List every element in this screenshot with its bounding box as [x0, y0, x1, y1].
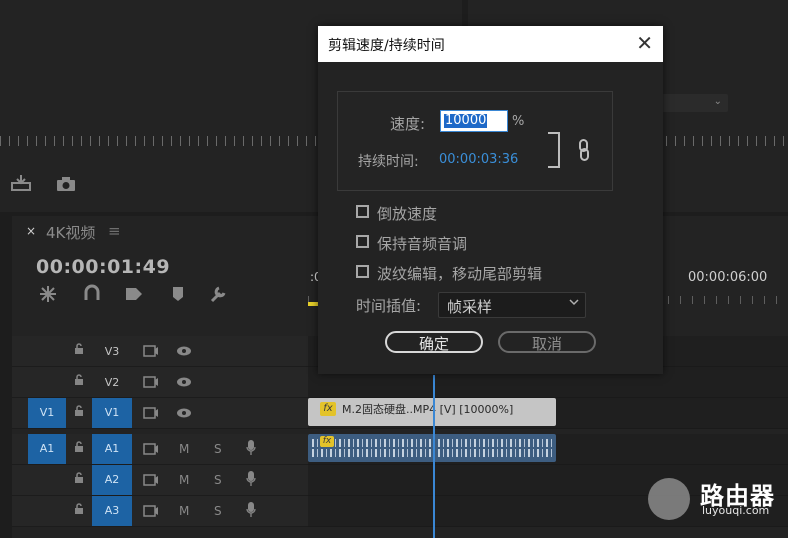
close-tab-icon[interactable]: × — [26, 224, 36, 238]
link-chain-icon[interactable] — [576, 138, 592, 162]
lock-icon[interactable] — [74, 374, 84, 386]
track-label-v3[interactable]: V3 — [92, 345, 132, 358]
checkbox-label: 保持音频音调 — [377, 235, 468, 253]
sync-lock-icon[interactable] — [143, 443, 159, 455]
sync-lock-icon[interactable] — [143, 474, 159, 486]
video-clip[interactable]: fx M.2固态硬盘..MP4 [V] [10000%] — [308, 398, 556, 426]
close-icon[interactable]: ✕ — [636, 31, 653, 55]
solo-button[interactable]: S — [214, 473, 222, 487]
interpolation-value: 帧采样 — [447, 298, 493, 316]
microphone-icon[interactable] — [246, 471, 256, 487]
eye-icon[interactable] — [176, 376, 192, 388]
chevron-down-icon — [569, 299, 579, 306]
speed-unit: % — [512, 114, 525, 129]
duration-value[interactable]: 00:00:03:36 — [439, 152, 518, 167]
link-bracket — [548, 132, 560, 168]
lock-icon[interactable] — [74, 503, 84, 515]
fx-badge: fx — [320, 402, 336, 416]
linked-selection-icon[interactable] — [124, 284, 144, 304]
playhead[interactable] — [433, 375, 435, 538]
sync-lock-icon[interactable] — [143, 345, 159, 357]
in-point-marker — [308, 302, 318, 306]
checkbox-label: 倒放速度 — [377, 205, 438, 223]
source-patch-v1[interactable]: V1 — [28, 398, 66, 428]
snap-icon[interactable] — [38, 284, 58, 304]
timeline-tab-title[interactable]: 4K视频 — [46, 222, 95, 243]
source-patch-a1[interactable]: A1 — [28, 434, 66, 464]
timeline-timecode[interactable]: 00:00:01:49 — [36, 256, 170, 278]
mute-button[interactable]: M — [179, 442, 189, 456]
ok-button[interactable]: 确定 — [385, 331, 483, 353]
track-header-a3 — [12, 496, 308, 527]
add-marker-icon[interactable] — [168, 284, 188, 304]
sync-lock-icon[interactable] — [143, 505, 159, 517]
magnet-icon[interactable] — [82, 284, 102, 304]
watermark-url: luyouqi.com — [702, 504, 770, 517]
time-interpolation-label: 时间插值: — [356, 297, 422, 315]
checkbox-box[interactable] — [356, 205, 369, 218]
dialog-titlebar[interactable]: 剪辑速度/持续时间 ✕ — [318, 26, 663, 62]
track-label-a2[interactable]: A2 — [92, 465, 132, 495]
checkbox-label: 波纹编辑，移动尾部剪辑 — [377, 265, 543, 283]
track-label-a3[interactable]: A3 — [92, 496, 132, 526]
audio-clip[interactable]: fx — [308, 434, 556, 462]
speed-input[interactable]: 10000 — [440, 110, 508, 132]
microphone-icon[interactable] — [246, 440, 256, 456]
chevron-down-icon: ⌄ — [713, 96, 722, 107]
eye-icon[interactable] — [176, 407, 192, 419]
mute-button[interactable]: M — [179, 473, 189, 487]
checkbox-box[interactable] — [356, 235, 369, 248]
track-label-v1[interactable]: V1 — [92, 398, 132, 428]
speed-value: 10000 — [444, 113, 488, 128]
speed-label: 速度: — [390, 115, 426, 133]
solo-button[interactable]: S — [214, 442, 222, 456]
sync-lock-icon[interactable] — [143, 407, 159, 419]
lock-icon[interactable] — [74, 472, 84, 484]
ruler-time-label: 00:00:06:00 — [688, 270, 768, 285]
checkbox-box[interactable] — [356, 265, 369, 278]
dialog-title: 剪辑速度/持续时间 — [328, 38, 445, 54]
track-header-v2 — [12, 367, 308, 398]
camera-icon[interactable] — [56, 176, 76, 192]
speed-duration-group — [337, 91, 613, 191]
microphone-icon[interactable] — [246, 502, 256, 518]
lock-icon[interactable] — [74, 343, 84, 355]
program-zoom-dropdown[interactable]: ⌄ — [660, 94, 728, 112]
track-header-a2 — [12, 465, 308, 496]
duration-label: 持续时间: — [358, 154, 419, 170]
track-label-a1[interactable]: A1 — [92, 434, 132, 464]
cancel-button[interactable]: 取消 — [498, 331, 596, 353]
lock-icon[interactable] — [74, 441, 84, 453]
time-interpolation-select[interactable]: 帧采样 — [438, 292, 586, 318]
export-frame-icon[interactable] — [10, 174, 32, 192]
solo-button[interactable]: S — [214, 504, 222, 518]
track-label-v2[interactable]: V2 — [92, 376, 132, 389]
mute-button[interactable]: M — [179, 504, 189, 518]
clip-name: M.2固态硬盘..MP4 [V] [10000%] — [342, 403, 514, 416]
track-header-v3 — [12, 336, 308, 367]
wrench-icon[interactable] — [208, 284, 228, 304]
panel-menu-icon[interactable]: ≡ — [108, 222, 121, 240]
eye-icon[interactable] — [176, 345, 192, 357]
lock-icon[interactable] — [74, 405, 84, 417]
sync-lock-icon[interactable] — [143, 376, 159, 388]
clip-speed-dialog: 剪辑速度/持续时间 ✕ 速度: 10000 % 持续时间: 00:00:03:3… — [318, 26, 663, 374]
fx-badge: fx — [320, 436, 334, 447]
watermark-logo — [648, 478, 690, 520]
